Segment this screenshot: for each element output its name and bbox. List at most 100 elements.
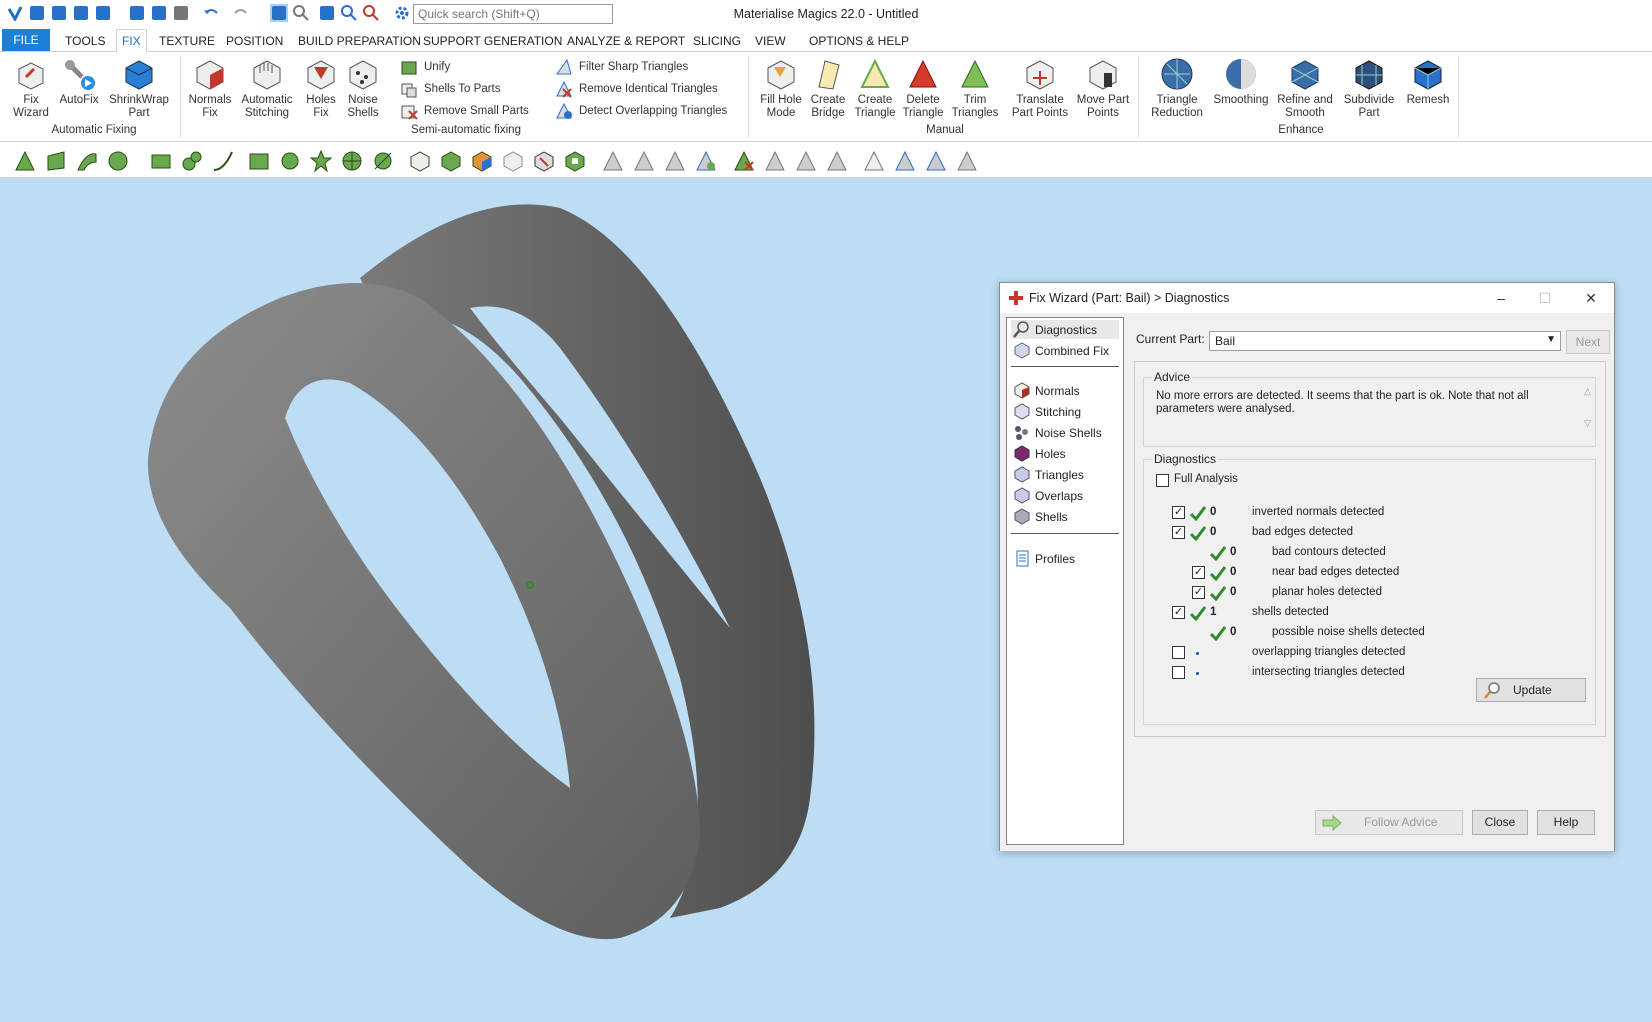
app-logo-icon[interactable]: [6, 4, 24, 22]
expand-marking-icon[interactable]: [564, 150, 586, 172]
maximize-button[interactable]: ☐: [1534, 287, 1556, 309]
diagnostic-checkbox[interactable]: ✓: [1192, 586, 1205, 599]
view-3d-icon[interactable]: [318, 4, 336, 22]
nav-item-combined-fix[interactable]: Combined Fix: [1011, 341, 1119, 360]
move-part-points-button[interactable]: Move Part Points: [1076, 57, 1130, 120]
nav-item-shells[interactable]: Shells: [1011, 507, 1119, 526]
unmark-all-icon[interactable]: [533, 150, 555, 172]
tab-support-generation[interactable]: SUPPORT GENERATION: [423, 32, 562, 50]
minimize-button[interactable]: –: [1490, 287, 1512, 309]
unmark-part-icon[interactable]: [502, 150, 524, 172]
shells-to-parts-button[interactable]: Shells To Parts: [400, 80, 501, 98]
delete-marked-icon[interactable]: [733, 150, 755, 172]
triangle-tool-10-icon[interactable]: [925, 150, 947, 172]
undo-icon[interactable]: [202, 4, 220, 22]
mark-star-icon[interactable]: [309, 149, 333, 173]
nav-item-holes[interactable]: Holes: [1011, 444, 1119, 463]
unify-button[interactable]: Unify: [400, 58, 450, 76]
filter-sharp-triangles-button[interactable]: Filter Sharp Triangles: [555, 58, 688, 76]
triangle-tool-5-icon[interactable]: [764, 150, 786, 172]
translate-part-points-button[interactable]: Translate Part Points: [1004, 57, 1076, 120]
diagnostic-checkbox[interactable]: ✓: [1172, 526, 1185, 539]
select-part-icon[interactable]: [270, 4, 288, 22]
refine-and-smooth-button[interactable]: Refine and Smooth: [1274, 57, 1336, 120]
nav-item-diagnostics[interactable]: Diagnostics: [1011, 320, 1119, 339]
mark-leaf-icon[interactable]: [372, 150, 394, 172]
triangle-tool-7-icon[interactable]: [826, 150, 848, 172]
tab-position[interactable]: POSITION: [226, 32, 283, 50]
triangle-tool-6-icon[interactable]: [795, 150, 817, 172]
holes-fix-button[interactable]: Holes Fix: [300, 57, 342, 120]
noise-shells-button[interactable]: Noise Shells: [342, 57, 384, 120]
normals-fix-button[interactable]: Normals Fix: [186, 57, 234, 120]
tab-options-help[interactable]: OPTIONS & HELP: [809, 32, 909, 50]
close-button[interactable]: Close: [1472, 810, 1528, 835]
shrinkwrap-button[interactable]: ShrinkWrap Part: [104, 57, 174, 120]
nav-item-stitching[interactable]: Stitching: [1011, 402, 1119, 421]
close-window-button[interactable]: ✕: [1580, 287, 1602, 309]
subdivide-part-button[interactable]: Subdivide Part: [1340, 57, 1398, 120]
automatic-stitching-button[interactable]: Automatic Stitching: [238, 57, 296, 120]
diagnostic-checkbox[interactable]: ✓: [1172, 606, 1185, 619]
zoom-icon[interactable]: [340, 4, 358, 22]
tab-view[interactable]: VIEW: [755, 32, 786, 50]
open-icon[interactable]: [50, 4, 68, 22]
diagnostic-checkbox[interactable]: ✓: [1192, 566, 1205, 579]
mark-surface-icon[interactable]: [76, 150, 98, 172]
follow-advice-button[interactable]: Follow Advice: [1315, 810, 1463, 835]
tab-file[interactable]: FILE: [2, 29, 50, 51]
next-button[interactable]: Next: [1566, 330, 1610, 354]
mark-contour-icon[interactable]: [181, 150, 203, 172]
triangle-tool-11-icon[interactable]: [956, 150, 978, 172]
triangle-tool-2-icon[interactable]: [633, 150, 655, 172]
invert-marking-icon[interactable]: [471, 150, 493, 172]
current-part-select[interactable]: Bail ▼: [1209, 331, 1561, 351]
mark-all-icon[interactable]: [440, 150, 462, 172]
mark-triangle-icon[interactable]: [14, 150, 36, 172]
nav-item-noise-shells[interactable]: Noise Shells: [1011, 423, 1119, 442]
triangle-tool-1-icon[interactable]: [602, 150, 624, 172]
help-button[interactable]: Help: [1537, 810, 1595, 835]
mark-wheel-icon[interactable]: [341, 150, 363, 172]
zoom-part-icon[interactable]: [292, 4, 310, 22]
create-triangle-button[interactable]: Create Triangle: [852, 57, 898, 120]
remove-identical-triangles-button[interactable]: Remove Identical Triangles: [555, 80, 718, 98]
delete-triangle-button[interactable]: Delete Triangle: [900, 57, 946, 120]
remove-small-parts-button[interactable]: Remove Small Parts: [400, 102, 529, 120]
diagnostic-checkbox[interactable]: [1172, 666, 1185, 679]
diagnostic-checkbox[interactable]: ✓: [1172, 506, 1185, 519]
mark-plane-icon[interactable]: [45, 150, 67, 172]
triangle-tool-8-icon[interactable]: [863, 150, 885, 172]
tab-tools[interactable]: TOOLS: [65, 32, 105, 50]
mark-wave-icon[interactable]: [248, 150, 270, 172]
autofix-button[interactable]: AutoFix: [56, 57, 102, 107]
mark-shell-icon[interactable]: [107, 150, 129, 172]
diagnostic-checkbox[interactable]: [1172, 646, 1185, 659]
tab-slicing[interactable]: SLICING: [693, 32, 741, 50]
redo-icon[interactable]: [232, 4, 250, 22]
tab-texture[interactable]: TEXTURE: [159, 32, 215, 50]
remesh-button[interactable]: Remesh: [1400, 57, 1456, 107]
mark-flower-icon[interactable]: [279, 150, 301, 172]
fix-wizard-button[interactable]: Fix Wizard: [8, 57, 54, 120]
triangle-tool-3-icon[interactable]: [664, 150, 686, 172]
mark-part-icon[interactable]: [409, 150, 431, 172]
tab-build-preparation[interactable]: BUILD PREPARATION: [298, 32, 421, 50]
tab-analyze-report[interactable]: ANALYZE & REPORT: [567, 32, 685, 50]
quick-search-input[interactable]: [413, 4, 613, 24]
smoothing-button[interactable]: Smoothing: [1210, 57, 1272, 107]
nav-item-profiles[interactable]: Profiles: [1011, 549, 1119, 568]
tab-fix[interactable]: FIX: [116, 29, 147, 53]
nav-item-normals[interactable]: Normals: [1011, 381, 1119, 400]
save-icon[interactable]: [72, 4, 90, 22]
triangle-tool-9-icon[interactable]: [894, 150, 916, 172]
scroll-up-icon[interactable]: △: [1584, 386, 1591, 397]
new-file-icon[interactable]: [28, 4, 46, 22]
mark-rectangle-icon[interactable]: [150, 150, 172, 172]
detect-overlapping-triangles-button[interactable]: Detect Overlapping Triangles: [555, 102, 727, 120]
triangle-tool-4-icon[interactable]: [695, 150, 717, 172]
trim-triangles-button[interactable]: Trim Triangles: [948, 57, 1002, 120]
update-button[interactable]: Update: [1476, 678, 1586, 702]
save-as-icon[interactable]: [94, 4, 112, 22]
save-part-icon[interactable]: [150, 4, 168, 22]
